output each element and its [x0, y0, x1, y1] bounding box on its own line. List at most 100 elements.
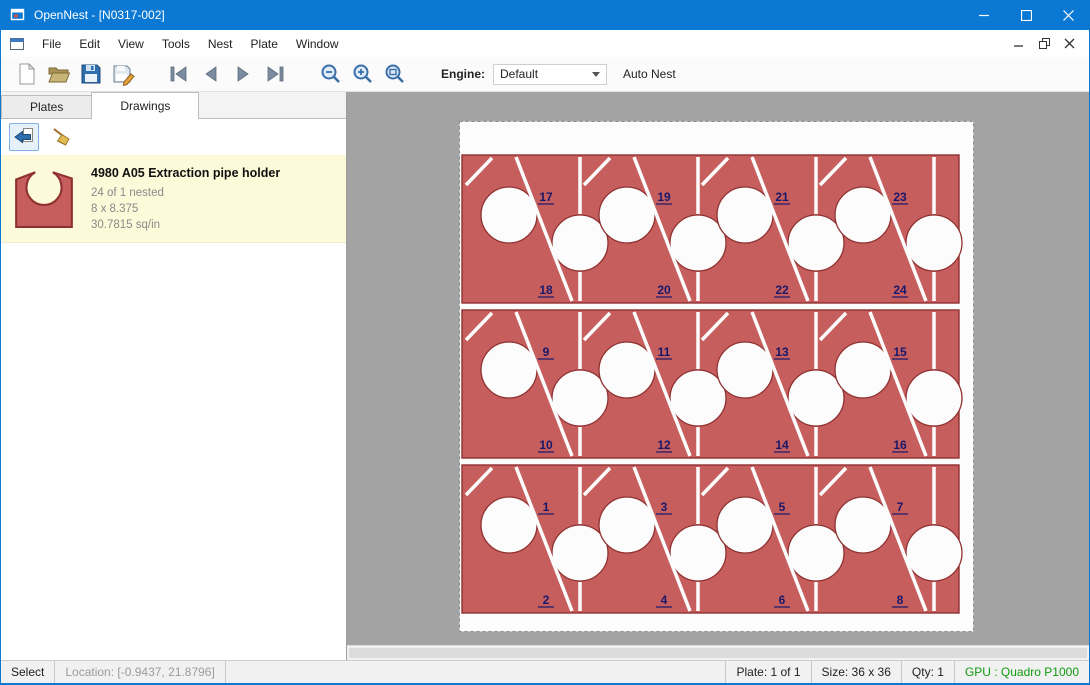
save-icon — [79, 62, 103, 86]
engine-value: Default — [500, 67, 538, 81]
status-size: Size: 36 x 36 — [812, 665, 901, 679]
part-number[interactable]: 16 — [893, 438, 907, 452]
drawing-list-item[interactable]: 4980 A05 Extraction pipe holder 24 of 1 … — [1, 155, 346, 243]
mdi-window-controls — [1014, 38, 1081, 49]
zoom-in-icon — [351, 62, 375, 86]
open-button[interactable] — [43, 60, 75, 89]
nesting-canvas[interactable]: 171921231820222491113151012141613572468 — [347, 92, 1089, 660]
auto-nest-button[interactable]: Auto Nest — [623, 67, 676, 81]
next-arrow-icon — [231, 62, 255, 86]
part-number[interactable]: 18 — [539, 283, 553, 297]
status-separator — [225, 661, 226, 683]
minimize-button[interactable] — [963, 0, 1005, 30]
part-number[interactable]: 20 — [657, 283, 671, 297]
nested-parts[interactable]: 171921231820222491113151012141613572468 — [462, 155, 962, 613]
zoom-out-button[interactable] — [315, 60, 347, 89]
part-number[interactable]: 19 — [657, 190, 671, 204]
part-number[interactable]: 9 — [543, 345, 550, 359]
menu-plate[interactable]: Plate — [242, 32, 287, 56]
next-plate-button[interactable] — [227, 60, 259, 89]
mdi-restore-button[interactable] — [1039, 38, 1050, 49]
previous-plate-button[interactable] — [195, 60, 227, 89]
save-edit-button[interactable] — [107, 60, 139, 89]
part-number[interactable]: 11 — [658, 345, 671, 359]
nest-row: 9 11 13 15 10 12 14 16 — [462, 310, 962, 458]
horizontal-scrollbar[interactable] — [347, 645, 1089, 660]
menu-edit[interactable]: Edit — [70, 32, 109, 56]
chevron-down-icon — [592, 72, 600, 77]
opennest-window: OpenNest - [N0317-002] File Ed — [0, 0, 1090, 685]
last-plate-button[interactable] — [259, 60, 291, 89]
drawing-list-empty-area — [1, 243, 346, 660]
part-thumbnail — [13, 164, 75, 230]
part-number[interactable]: 17 — [539, 190, 553, 204]
tab-drawings[interactable]: Drawings — [91, 92, 199, 119]
horizontal-scrollbar-thumb[interactable] — [349, 648, 1087, 658]
status-gpu: GPU : Quadro P1000 — [955, 665, 1089, 679]
previous-arrow-icon — [199, 62, 223, 86]
drawings-toolbar — [1, 119, 346, 155]
engine-dropdown[interactable]: Default — [493, 64, 607, 85]
part-number[interactable]: 21 — [775, 190, 789, 204]
clean-button[interactable] — [47, 123, 77, 151]
main-toolbar: Engine: Default Auto Nest — [1, 57, 1089, 92]
new-file-icon — [15, 62, 39, 86]
status-location: Location: [-0.9437, 21.8796] — [55, 665, 224, 679]
zoom-in-button[interactable] — [347, 60, 379, 89]
status-plate: Plate: 1 of 1 — [726, 665, 810, 679]
save-edit-icon — [111, 62, 135, 86]
broom-icon — [51, 126, 73, 148]
zoom-fit-button[interactable] — [379, 60, 411, 89]
window-title: OpenNest - [N0317-002] — [34, 8, 165, 22]
part-number[interactable]: 15 — [893, 345, 907, 359]
menu-window[interactable]: Window — [287, 32, 348, 56]
new-button[interactable] — [11, 60, 43, 89]
part-number[interactable]: 5 — [779, 500, 786, 514]
part-number[interactable]: 3 — [661, 500, 668, 514]
close-button[interactable] — [1047, 0, 1089, 30]
zoom-fit-icon — [383, 62, 407, 86]
engine-label: Engine: — [441, 67, 485, 81]
send-to-plate-button[interactable] — [9, 123, 39, 151]
nest-row: 1 3 5 7 2 4 6 8 — [462, 465, 962, 613]
part-number[interactable]: 1 — [543, 500, 550, 514]
mdi-minimize-button[interactable] — [1014, 38, 1025, 49]
menu-tools[interactable]: Tools — [153, 32, 199, 56]
part-number[interactable]: 23 — [893, 190, 907, 204]
blue-arrow-page-icon — [13, 126, 35, 148]
first-arrow-icon — [167, 62, 191, 86]
open-folder-icon — [47, 62, 71, 86]
part-info: 4980 A05 Extraction pipe holder 24 of 1 … — [91, 164, 280, 233]
part-number[interactable]: 22 — [775, 283, 789, 297]
menu-nest[interactable]: Nest — [199, 32, 242, 56]
part-number[interactable]: 6 — [779, 593, 786, 607]
tab-plates[interactable]: Plates — [1, 95, 92, 118]
title-bar: OpenNest - [N0317-002] — [1, 0, 1089, 30]
status-qty: Qty: 1 — [902, 665, 954, 679]
maximize-button[interactable] — [1005, 0, 1047, 30]
document-window-icon[interactable] — [9, 36, 25, 52]
sidebar-tabs: Plates Drawings — [1, 92, 346, 119]
part-nested-count: 24 of 1 nested — [91, 185, 280, 201]
last-arrow-icon — [263, 62, 287, 86]
part-number[interactable]: 12 — [657, 438, 671, 452]
part-number[interactable]: 2 — [543, 593, 550, 607]
app-icon — [9, 6, 27, 24]
part-size: 8 x 8.375 — [91, 201, 280, 217]
status-bar: Select Location: [-0.9437, 21.8796] Plat… — [1, 660, 1089, 683]
part-number[interactable]: 14 — [775, 438, 789, 452]
part-number[interactable]: 8 — [897, 593, 904, 607]
part-number[interactable]: 10 — [539, 438, 553, 452]
first-plate-button[interactable] — [163, 60, 195, 89]
menu-bar: File Edit View Tools Nest Plate Window — [1, 30, 1089, 57]
mdi-close-button[interactable] — [1064, 38, 1075, 49]
part-number[interactable]: 13 — [775, 345, 789, 359]
part-number[interactable]: 7 — [897, 500, 904, 514]
part-number[interactable]: 4 — [661, 593, 668, 607]
plate[interactable]: 171921231820222491113151012141613572468 — [459, 121, 974, 632]
menu-file[interactable]: File — [33, 32, 70, 56]
save-button[interactable] — [75, 60, 107, 89]
sidebar: Plates Drawings — [1, 92, 347, 660]
part-number[interactable]: 24 — [893, 283, 907, 297]
menu-view[interactable]: View — [109, 32, 153, 56]
